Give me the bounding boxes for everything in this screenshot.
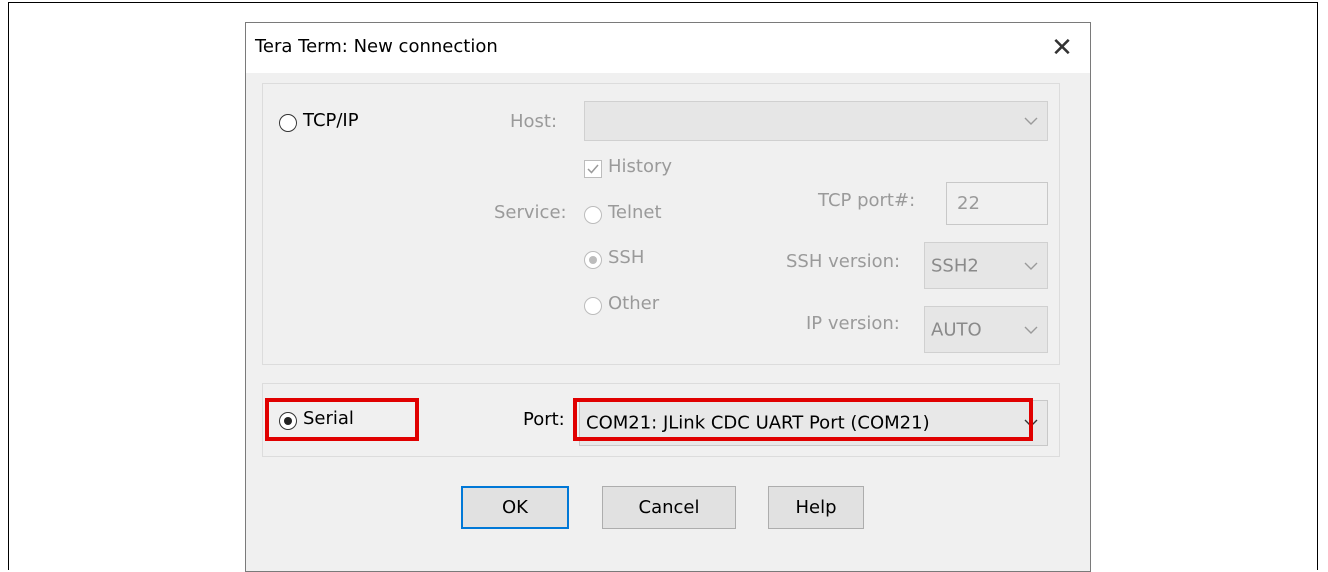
history-label: History xyxy=(608,156,673,177)
ip-version-value: AUTO xyxy=(931,319,982,340)
service-label: Service: xyxy=(494,202,567,223)
ssh-version-value: SSH2 xyxy=(931,255,979,276)
host-combobox[interactable] xyxy=(584,101,1048,141)
serial-highlight-box xyxy=(265,398,419,441)
tcp-port-label: TCP port#: xyxy=(818,190,916,211)
close-button[interactable]: ✕ xyxy=(1034,23,1090,73)
tcpip-radio-label: TCP/IP xyxy=(303,110,359,131)
tcp-port-input[interactable]: 22 xyxy=(946,182,1048,225)
other-radio[interactable] xyxy=(584,297,602,315)
ssh-radio[interactable] xyxy=(584,251,602,269)
tcpip-radio[interactable] xyxy=(279,114,297,132)
ssh-version-label: SSH version: xyxy=(786,251,901,272)
close-icon: ✕ xyxy=(1051,33,1073,63)
ssh-label: SSH xyxy=(608,247,645,268)
new-connection-dialog: Tera Term: New connection ✕ TCP/IP Host:… xyxy=(245,22,1091,572)
port-highlight-box xyxy=(573,398,1033,441)
history-checkbox[interactable] xyxy=(584,160,602,178)
chevron-down-icon xyxy=(1024,117,1038,125)
help-button[interactable]: Help xyxy=(768,486,864,529)
telnet-radio[interactable] xyxy=(584,206,602,224)
cancel-button[interactable]: Cancel xyxy=(602,486,736,529)
tcp-port-value: 22 xyxy=(957,193,980,214)
title-bar: Tera Term: New connection ✕ xyxy=(246,23,1090,73)
port-label: Port: xyxy=(523,409,565,430)
ok-button[interactable]: OK xyxy=(461,486,569,529)
ssh-version-select[interactable]: SSH2 xyxy=(924,242,1048,289)
chevron-down-icon xyxy=(1024,326,1038,334)
tcpip-group: TCP/IP Host: History Service: Telnet SSH… xyxy=(262,83,1060,365)
host-label: Host: xyxy=(510,111,558,132)
ip-version-select[interactable]: AUTO xyxy=(924,306,1048,353)
window-title: Tera Term: New connection xyxy=(255,36,498,57)
telnet-label: Telnet xyxy=(608,202,662,223)
chevron-down-icon xyxy=(1024,262,1038,270)
other-label: Other xyxy=(608,293,660,314)
checkmark-icon xyxy=(587,164,599,174)
ip-version-label: IP version: xyxy=(806,313,900,334)
